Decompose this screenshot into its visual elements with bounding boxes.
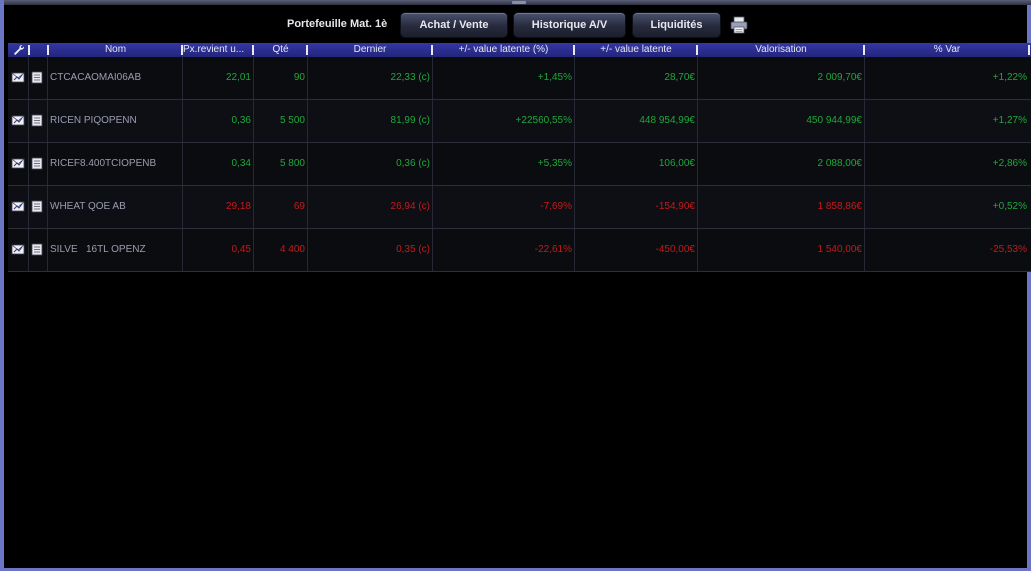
col-header-nom[interactable]: Nom [49,43,182,57]
table-row[interactable]: RICEN PIQOPENN 0,36 5 500 81,99 (c) +225… [8,100,1031,143]
document-icon[interactable] [30,199,44,213]
cell-qte: 69 [293,201,305,212]
chart-envelope-icon[interactable] [11,242,25,256]
document-icon[interactable] [30,113,44,127]
achat-vente-button[interactable]: Achat / Vente [400,12,508,38]
header-divider[interactable] [28,45,30,55]
cell-pv-pct: -7,69% [540,201,572,212]
cell-pv-pct: -22,61% [534,244,572,255]
cell-nom: RICEF8.400TCIOPENB [50,158,157,169]
wrench-icon[interactable] [13,44,25,56]
cell-nom: CTCACAOMAI06AB [50,72,142,83]
cell-pv-pct: +1,45% [537,72,572,83]
cell-var: +1,22% [992,72,1027,83]
portfolio-toolbar: Portefeuille Mat. 1è Achat / Vente Histo… [4,12,1031,38]
window-top-strip [4,0,1031,5]
historique-button[interactable]: Historique A/V [513,12,626,38]
cell-valorisation: 2 009,70€ [817,72,863,83]
table-row[interactable]: CTCACAOMAI06AB 22,01 90 22,33 (c) +1,45%… [8,57,1031,100]
cell-pv: -154,90€ [655,201,695,212]
cell-nom: SILVE 16TL OPENZ [50,244,146,255]
table-row[interactable]: WHEAT QOE AB 29,18 69 26,94 (c) -7,69% -… [8,186,1031,229]
cell-prix-revient: 0,34 [231,158,251,169]
cell-dernier: 0,35 (c) [396,244,430,255]
table-header: Nom Px.revient u... Qté Dernier +/- valu… [8,43,1031,57]
col-header-prix-revient[interactable]: Px.revient u... [183,43,253,57]
cell-dernier: 81,99 (c) [390,115,430,126]
cell-valorisation: 2 088,00€ [817,158,863,169]
cell-qte: 90 [293,72,305,83]
cell-prix-revient: 0,36 [231,115,251,126]
cell-valorisation: 1 540,00€ [817,244,863,255]
cell-pv: 448 954,99€ [639,115,695,126]
cell-var: +1,27% [992,115,1027,126]
liquidites-button[interactable]: Liquidités [632,12,721,38]
cell-pv-pct: +22560,55% [515,115,572,126]
col-header-pv-pct[interactable]: +/- value latente (%) [433,43,574,57]
col-header-var[interactable]: % Var [865,43,1029,57]
cell-dernier: 22,33 (c) [390,72,430,83]
chart-envelope-icon[interactable] [11,113,25,127]
table-body: CTCACAOMAI06AB 22,01 90 22,33 (c) +1,45%… [8,57,1031,272]
col-header-qte[interactable]: Qté [254,43,307,57]
printer-icon[interactable] [730,16,748,34]
col-header-dernier[interactable]: Dernier [308,43,432,57]
cell-prix-revient: 0,45 [231,244,251,255]
cell-pv: 106,00€ [658,158,695,169]
col-header-valorisation[interactable]: Valorisation [698,43,864,57]
cell-dernier: 26,94 (c) [390,201,430,212]
table-row[interactable]: SILVE 16TL OPENZ 0,45 4 400 0,35 (c) -22… [8,229,1031,272]
cell-qte: 5 500 [279,115,305,126]
document-icon[interactable] [30,242,44,256]
cell-prix-revient: 29,18 [225,201,251,212]
portfolio-title: Portefeuille Mat. 1è [287,18,388,30]
chart-envelope-icon[interactable] [11,199,25,213]
cell-nom: RICEN PIQOPENN [50,115,137,126]
portfolio-window: Portefeuille Mat. 1è Achat / Vente Histo… [0,0,1031,571]
cell-var: +0,52% [992,201,1027,212]
cell-var: -25,53% [989,244,1027,255]
chart-envelope-icon[interactable] [11,156,25,170]
document-icon[interactable] [30,70,44,84]
document-icon[interactable] [30,156,44,170]
portfolio-table: Nom Px.revient u... Qté Dernier +/- valu… [8,43,1031,272]
header-divider[interactable] [1028,45,1030,55]
cell-var: +2,86% [992,158,1027,169]
cell-pv: -450,00€ [655,244,695,255]
cell-valorisation: 450 944,99€ [806,115,862,126]
cell-prix-revient: 22,01 [225,72,251,83]
cell-pv-pct: +5,35% [537,158,572,169]
cell-qte: 5 800 [279,158,305,169]
resize-grip[interactable] [512,1,526,4]
cell-dernier: 0,36 (c) [396,158,430,169]
cell-pv: 28,70€ [664,72,695,83]
col-header-pv[interactable]: +/- value latente [575,43,697,57]
cell-valorisation: 1 858,86€ [817,201,863,212]
chart-envelope-icon[interactable] [11,70,25,84]
cell-nom: WHEAT QOE AB [50,201,126,212]
table-row[interactable]: RICEF8.400TCIOPENB 0,34 5 800 0,36 (c) +… [8,143,1031,186]
cell-qte: 4 400 [279,244,305,255]
